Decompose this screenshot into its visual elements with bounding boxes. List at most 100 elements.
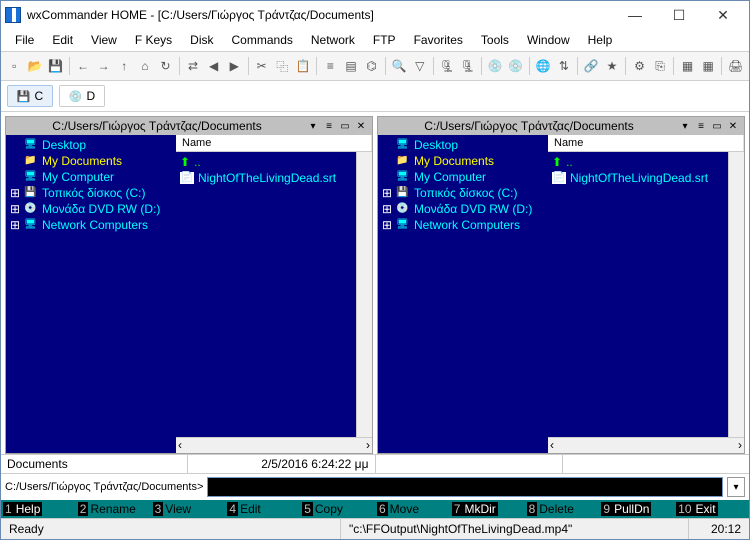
unzip-icon[interactable]: 🗜 [458, 55, 477, 77]
menu-network[interactable]: Network [303, 31, 363, 49]
tree-item[interactable]: 📁My Documents [8, 153, 174, 169]
up-dir[interactable]: ⬆.. [550, 154, 726, 170]
reload-icon[interactable]: ↻ [156, 55, 175, 77]
close-button[interactable]: ✕ [701, 1, 745, 29]
panel-right-close-icon[interactable]: ✕ [726, 119, 740, 133]
zip-icon[interactable]: 🗜 [438, 55, 457, 77]
disk-icon[interactable]: 💿 [486, 55, 505, 77]
left-icon[interactable]: ◀ [204, 55, 223, 77]
view-list-icon[interactable]: ≡ [321, 55, 340, 77]
paste-icon[interactable]: 📋 [294, 55, 313, 77]
panel-right-mode1-icon[interactable]: ≡ [694, 119, 708, 133]
home-icon[interactable]: ⌂ [136, 55, 155, 77]
fkey-7[interactable]: 7MkDir [450, 500, 525, 518]
panel-right-list-header[interactable]: Name [548, 135, 744, 152]
disk2-icon[interactable]: 💿 [507, 55, 526, 77]
menu-ftp[interactable]: FTP [365, 31, 404, 49]
up-dir[interactable]: ⬆.. [178, 154, 354, 170]
menu-tools[interactable]: Tools [473, 31, 517, 49]
minimize-button[interactable]: — [613, 1, 657, 29]
drive-c-button[interactable]: 💾C [7, 85, 53, 107]
save-icon[interactable]: 💾 [46, 55, 65, 77]
find-icon[interactable]: 🔍 [390, 55, 409, 77]
fkey-10[interactable]: 10Exit [674, 500, 749, 518]
menu-favorites[interactable]: Favorites [406, 31, 471, 49]
fkey-5[interactable]: 5Copy [300, 500, 375, 518]
file-open-icon[interactable]: 📂 [26, 55, 45, 77]
filter-icon[interactable]: ▽ [410, 55, 429, 77]
panel-right-scroll-v[interactable] [728, 152, 744, 437]
panel-left-tree[interactable]: 🖥Desktop📁My Documents🖥My Computer⊞💾Τοπικ… [6, 135, 176, 453]
panel-right-col-name[interactable]: Name [548, 135, 744, 151]
file-row[interactable]: 📄NightOfTheLivingDead.srt [550, 170, 726, 186]
file-row[interactable]: 📄NightOfTheLivingDead.srt [178, 170, 354, 186]
maximize-button[interactable]: ☐ [657, 1, 701, 29]
tree-item[interactable]: ⊞💾Τοπικός δίσκος (C:) [380, 185, 546, 201]
panel-left-header: C:/Users/Γιώργος Τράντζας/Documents ▾ ≡ … [6, 117, 372, 135]
menu-view[interactable]: View [83, 31, 125, 49]
panel-right-mode2-icon[interactable]: ▭ [710, 119, 724, 133]
back-icon[interactable]: ← [74, 55, 93, 77]
tree-item[interactable]: 📁My Documents [380, 153, 546, 169]
panel-left-body: 🖥Desktop📁My Documents🖥My Computer⊞💾Τοπικ… [6, 135, 372, 453]
panel-left-file-list[interactable]: ⬆..📄NightOfTheLivingDead.srt [176, 152, 356, 437]
panel-left-col-name[interactable]: Name [176, 135, 372, 151]
copyto-icon[interactable]: ⎘ [651, 55, 670, 77]
menu-disk[interactable]: Disk [182, 31, 221, 49]
props-icon[interactable]: ⚙ [630, 55, 649, 77]
tree-item[interactable]: ⊞💿Μονάδα DVD RW (D:) [8, 201, 174, 217]
panel-left-mode1-icon[interactable]: ≡ [322, 119, 336, 133]
app-icon [5, 7, 21, 23]
tree-item[interactable]: ⊞🖥Network Computers [8, 217, 174, 233]
command-input[interactable] [207, 477, 723, 497]
right-icon[interactable]: ▶ [225, 55, 244, 77]
panel-left-close-icon[interactable]: ✕ [354, 119, 368, 133]
fwd-icon[interactable]: → [94, 55, 113, 77]
menu-help[interactable]: Help [580, 31, 621, 49]
command-history-dropdown[interactable]: ▾ [727, 477, 745, 497]
grid2-icon[interactable]: ▦ [699, 55, 718, 77]
grid-icon[interactable]: ▦ [678, 55, 697, 77]
panel-left-mode2-icon[interactable]: ▭ [338, 119, 352, 133]
fkey-1[interactable]: 1Help [1, 500, 76, 518]
ftp-icon[interactable]: ⇅ [555, 55, 574, 77]
tree-item[interactable]: 🖥Desktop [380, 137, 546, 153]
fav-icon[interactable]: ★ [603, 55, 622, 77]
panel-left-dropdown-icon[interactable]: ▾ [306, 119, 320, 133]
fkey-4[interactable]: 4Edit [225, 500, 300, 518]
drive-d-button[interactable]: 💿D [59, 85, 105, 107]
tree-item[interactable]: ⊞🖥Network Computers [380, 217, 546, 233]
fkey-9[interactable]: 9PullDn [599, 500, 674, 518]
copy-icon[interactable]: ⿻ [273, 55, 292, 77]
panel-right-scroll-h[interactable] [548, 437, 744, 453]
fkey-8[interactable]: 8Delete [525, 500, 600, 518]
view-detail-icon[interactable]: ▤ [342, 55, 361, 77]
cut-icon[interactable]: ✂ [252, 55, 271, 77]
panel-right-tree[interactable]: 🖥Desktop📁My Documents🖥My Computer⊞💾Τοπικ… [378, 135, 548, 453]
print-icon[interactable]: 🖨 [726, 55, 745, 77]
menu-window[interactable]: Window [519, 31, 578, 49]
panel-right-file-list[interactable]: ⬆..📄NightOfTheLivingDead.srt [548, 152, 728, 437]
swap-icon[interactable]: ⇄ [184, 55, 203, 77]
tree-icon[interactable]: ⌬ [362, 55, 381, 77]
menu-file[interactable]: File [7, 31, 42, 49]
link-icon[interactable]: 🔗 [582, 55, 601, 77]
fkey-6[interactable]: 6Move [375, 500, 450, 518]
fkey-3[interactable]: 3View [151, 500, 226, 518]
menu-f-keys[interactable]: F Keys [127, 31, 180, 49]
tree-item[interactable]: 🖥My Computer [8, 169, 174, 185]
file-new-icon[interactable]: ▫ [5, 55, 24, 77]
panel-left-list-header[interactable]: Name [176, 135, 372, 152]
net-icon[interactable]: 🌐 [534, 55, 553, 77]
fkey-2[interactable]: 2Rename [76, 500, 151, 518]
panel-left-scroll-h[interactable] [176, 437, 372, 453]
up-icon[interactable]: ↑ [115, 55, 134, 77]
tree-item[interactable]: ⊞💾Τοπικός δίσκος (C:) [8, 185, 174, 201]
tree-item[interactable]: 🖥Desktop [8, 137, 174, 153]
menu-edit[interactable]: Edit [44, 31, 81, 49]
panel-left-scroll-v[interactable] [356, 152, 372, 437]
panel-right-dropdown-icon[interactable]: ▾ [678, 119, 692, 133]
tree-item[interactable]: ⊞💿Μονάδα DVD RW (D:) [380, 201, 546, 217]
tree-item[interactable]: 🖥My Computer [380, 169, 546, 185]
menu-commands[interactable]: Commands [224, 31, 301, 49]
